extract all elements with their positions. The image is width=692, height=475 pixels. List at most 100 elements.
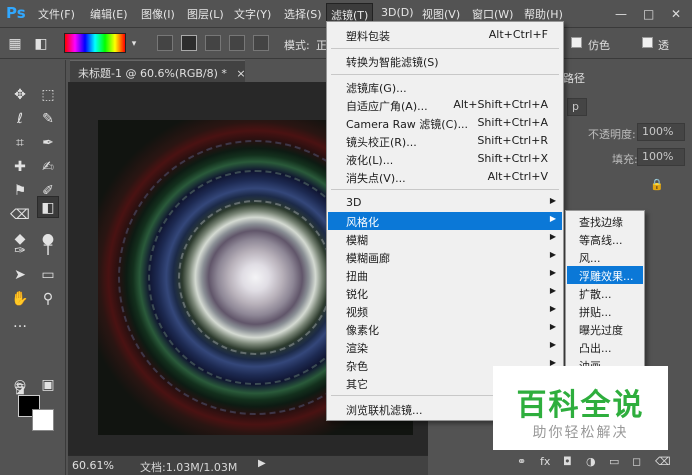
chevron-down-icon[interactable]: ▾ [128, 33, 140, 55]
gradient-picker[interactable] [64, 33, 126, 53]
menu-item-vanishing-point[interactable]: 消失点(V)... Alt+Ctrl+V [328, 168, 562, 186]
eraser-icon[interactable]: ⌫ [9, 204, 31, 226]
minimize-icon[interactable]: — [615, 7, 627, 21]
menu-item-filter-gallery[interactable]: 滤镜库(G)... [328, 78, 562, 96]
menu-layer[interactable]: 图层(L) [187, 6, 224, 22]
submenu-item-find-edges[interactable]: 查找边缘 [567, 212, 643, 230]
new-layer-icon[interactable]: ◻ [632, 455, 641, 468]
move-tool-icon[interactable]: ✥ [9, 84, 31, 106]
menu-view[interactable]: 视图(V) [422, 6, 460, 22]
menu-help[interactable]: 帮助(H) [524, 6, 563, 22]
watermark-title: 百科全说 [516, 388, 645, 423]
menu-item-convert-smart[interactable]: 转换为智能滤镜(S) [328, 52, 562, 70]
menu-item-render[interactable]: 渲染 ▶ [328, 338, 562, 356]
status-bar: 60.61% 文档:1.03M/1.03M ▶ [68, 455, 428, 475]
submenu-item-trace-contour[interactable]: 等高线... [567, 230, 643, 248]
link-layers-icon[interactable]: ⚭ [517, 455, 526, 468]
submenu-item-emboss[interactable]: 浮雕效果... [567, 266, 643, 284]
close-icon[interactable]: ✕ [671, 7, 681, 21]
zoom-tool-icon[interactable]: ⚲ [37, 288, 59, 310]
eyedropper-icon[interactable]: ✒ [37, 132, 59, 154]
menu-type[interactable]: 文字(Y) [234, 6, 271, 22]
menu-image[interactable]: 图像(I) [141, 6, 175, 22]
submenu-item-wind[interactable]: 风... [567, 248, 643, 266]
radial-gradient-button[interactable] [181, 35, 197, 51]
submenu-arrow-icon: ▶ [549, 268, 556, 277]
tools-panel: ✥ ⬚ ℓ ✎ ⌗ ✒ ✚ ✍ ⚑ ✐ ⌫ ◧ ◆ ● ✑ T ➤ ▭ ✋ ⚲ … [0, 60, 66, 475]
menu-file[interactable]: 文件(F) [38, 6, 75, 22]
menu-separator [331, 74, 559, 75]
gradient-tool-icon[interactable]: ◧ [30, 33, 52, 55]
menu-item-camera-raw[interactable]: Camera Raw 滤镜(C)... Shift+Ctrl+A [328, 114, 562, 132]
fill-label: 填充: [612, 153, 638, 166]
type-tool-icon[interactable]: T [37, 240, 59, 262]
menu-item-video[interactable]: 视频 ▶ [328, 302, 562, 320]
menu-select[interactable]: 选择(S) [284, 6, 322, 22]
submenu-item-diffuse[interactable]: 扩散... [567, 284, 643, 302]
clone-stamp-icon[interactable]: ⚑ [9, 180, 31, 202]
submenu-arrow-icon: ▶ [549, 250, 556, 259]
menu-item-last-filter[interactable]: 塑料包装 Alt+Ctrl+F [328, 26, 562, 44]
menu-item-blur[interactable]: 模糊 ▶ [328, 230, 562, 248]
lasso-tool-icon[interactable]: ℓ [9, 108, 31, 130]
screen-mode-icon[interactable]: ▣ [37, 374, 59, 396]
adjustment-layer-icon[interactable]: ◑ [586, 455, 596, 468]
path-select-icon[interactable]: ➤ [9, 264, 31, 286]
menu-item-sharpen[interactable]: 锐化 ▶ [328, 284, 562, 302]
background-color-swatch[interactable] [32, 409, 54, 431]
stylize-submenu: 查找边缘 等高线... 风... 浮雕效果... 扩散... 拼贴... 曝光过… [565, 210, 645, 373]
healing-brush-icon[interactable]: ✚ [9, 156, 31, 178]
submenu-item-solarize[interactable]: 曝光过度 [567, 320, 643, 338]
opacity-field[interactable]: 100% [637, 123, 685, 141]
transparency-label: 透 [658, 39, 669, 52]
angle-gradient-button[interactable] [205, 35, 221, 51]
menu-item-liquify[interactable]: 液化(L)... Shift+Ctrl+X [328, 150, 562, 168]
marquee-tool-icon[interactable]: ⬚ [37, 84, 59, 106]
document-title: 未标题-1 @ 60.6%(RGB/8) * [78, 67, 227, 80]
more-tools-icon[interactable]: … [9, 312, 31, 334]
lock-icon: 🔒 [650, 178, 664, 191]
quick-select-icon[interactable]: ✎ [37, 108, 59, 130]
menu-item-lens-correction[interactable]: 镜头校正(R)... Shift+Ctrl+R [328, 132, 562, 150]
menu-item-3d[interactable]: 3D ▶ [328, 194, 562, 212]
reflected-gradient-button[interactable] [229, 35, 245, 51]
submenu-arrow-icon: ▶ [549, 304, 556, 313]
pen-tool-icon[interactable]: ✑ [9, 240, 31, 262]
status-arrow-icon[interactable]: ▶ [258, 458, 266, 469]
menu-item-blur-gallery[interactable]: 模糊画廊 ▶ [328, 248, 562, 266]
maximize-icon[interactable]: □ [643, 7, 654, 21]
quick-mask-icon[interactable]: ◎ [9, 374, 31, 396]
layer-filter-kind[interactable]: p [567, 98, 587, 116]
menu-window[interactable]: 窗口(W) [472, 6, 513, 22]
hand-tool-icon[interactable]: ✋ [9, 288, 31, 310]
add-mask-icon[interactable]: ◘ [563, 455, 572, 468]
shape-tool-icon[interactable]: ▭ [37, 264, 59, 286]
menu-item-stylize[interactable]: 风格化 ▶ [328, 212, 562, 230]
paths-tab[interactable]: 路径 [563, 70, 585, 90]
submenu-arrow-icon: ▶ [549, 340, 556, 349]
menu-item-adaptive-wide-angle[interactable]: 自适应广角(A)... Alt+Shift+Ctrl+A [328, 96, 562, 114]
zoom-level-field[interactable]: 60.61% [70, 458, 118, 474]
crop-tool-icon[interactable]: ⌗ [9, 132, 31, 154]
linear-gradient-button[interactable] [157, 35, 173, 51]
submenu-item-tiles[interactable]: 拼贴... [567, 302, 643, 320]
menu-item-distort[interactable]: 扭曲 ▶ [328, 266, 562, 284]
fill-field[interactable]: 100% [637, 148, 685, 166]
document-tab[interactable]: 未标题-1 @ 60.6%(RGB/8) * × [70, 60, 246, 82]
brush-tool-icon[interactable]: ✍ [37, 156, 59, 178]
photoshop-logo: Ps [6, 4, 26, 22]
gradient-tool-icon[interactable]: ◧ [37, 196, 59, 218]
menu-3d[interactable]: 3D(D) [381, 6, 414, 19]
submenu-arrow-icon: ▶ [549, 322, 556, 331]
menu-item-pixelate[interactable]: 像素化 ▶ [328, 320, 562, 338]
trash-icon[interactable]: ⌫ [655, 455, 671, 468]
submenu-item-extrude[interactable]: 凸出... [567, 338, 643, 356]
menu-edit[interactable]: 编辑(E) [90, 6, 128, 22]
diamond-gradient-button[interactable] [253, 35, 269, 51]
transparency-checkbox[interactable] [642, 37, 653, 48]
tool-preset-icon[interactable]: ▦ [4, 33, 26, 55]
dither-checkbox[interactable] [571, 37, 582, 48]
fx-icon[interactable]: fx [540, 455, 550, 468]
close-tab-icon[interactable]: × [236, 67, 245, 80]
new-group-icon[interactable]: ▭ [609, 455, 619, 468]
